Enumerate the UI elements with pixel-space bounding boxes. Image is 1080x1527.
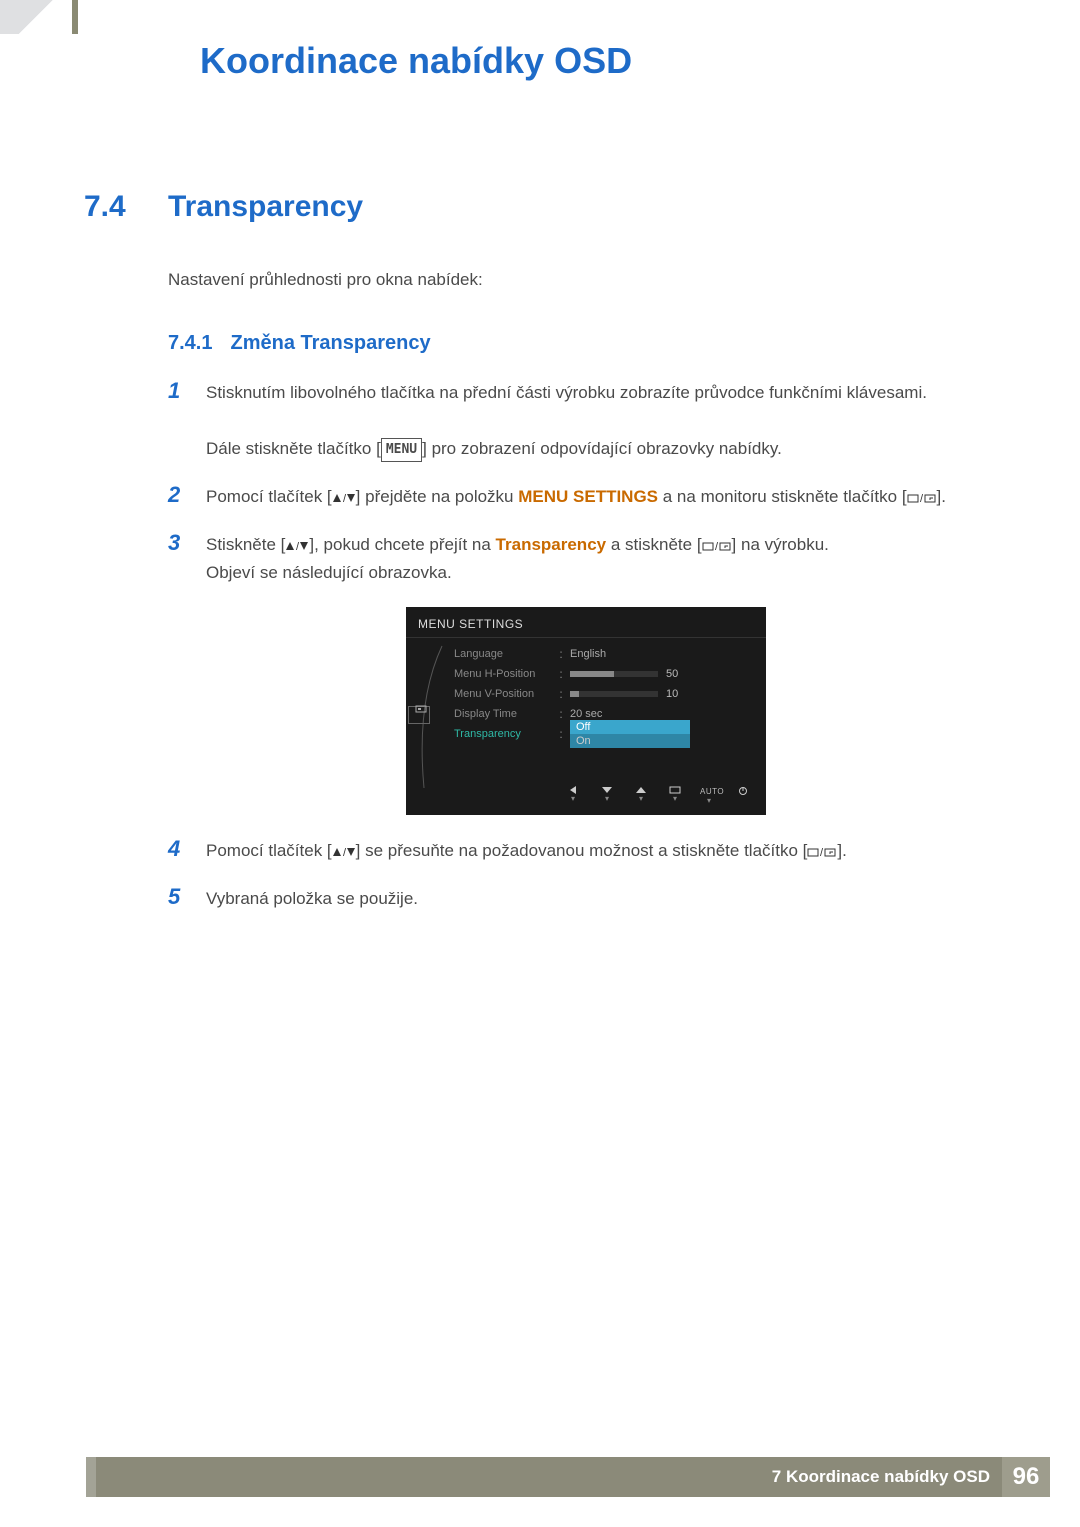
osd-title: MENU SETTINGS bbox=[406, 613, 766, 638]
enter-return-icon: / bbox=[807, 841, 837, 860]
decorative-corner bbox=[0, 0, 78, 34]
section-heading: 7.4 Transparency bbox=[84, 190, 1004, 224]
subsection-number: 7.4.1 bbox=[168, 332, 212, 355]
highlight-transparency: Transparency bbox=[496, 535, 607, 554]
osd-option-on: On bbox=[570, 734, 690, 748]
osd-option-off: Off bbox=[570, 720, 690, 734]
step-number: 2 bbox=[168, 483, 190, 507]
osd-row-transparency: Transparency: Off On bbox=[450, 724, 766, 744]
osd-curve-decoration bbox=[406, 644, 450, 768]
nav-left-icon: ▾ bbox=[564, 786, 582, 805]
power-icon bbox=[734, 786, 752, 805]
step-3: 3 Stiskněte [/], pokud chcete přejít na … bbox=[168, 531, 1004, 587]
step-number: 5 bbox=[168, 885, 190, 909]
up-down-arrows-icon: / bbox=[332, 487, 356, 506]
up-down-arrows-icon: / bbox=[332, 841, 356, 860]
nav-up-icon: ▾ bbox=[632, 786, 650, 805]
subsection-heading: 7.4.1 Změna Transparency bbox=[168, 332, 1004, 355]
svg-text:/: / bbox=[343, 493, 347, 504]
page-footer: 7 Koordinace nabídky OSD 96 bbox=[86, 1457, 1050, 1497]
osd-screenshot: MENU SETTINGS Language: English Menu H-P… bbox=[406, 607, 766, 815]
step-1: 1 Stisknutím libovolného tlačítka na pře… bbox=[168, 379, 1004, 463]
page-content: 7.4 Transparency Nastavení průhlednosti … bbox=[84, 190, 1004, 933]
nav-down-icon: ▾ bbox=[598, 786, 616, 805]
svg-text:/: / bbox=[920, 493, 924, 504]
osd-row-language: Language: English bbox=[450, 644, 766, 664]
page-number: 96 bbox=[1002, 1457, 1050, 1497]
step-2: 2 Pomocí tlačítek [/] přejděte na položk… bbox=[168, 483, 1004, 511]
svg-text:/: / bbox=[715, 541, 719, 552]
step-4: 4 Pomocí tlačítek [/] se přesuňte na pož… bbox=[168, 837, 1004, 865]
nav-auto-label: AUTO▾ bbox=[700, 786, 718, 805]
step-text: Pomocí tlačítek [/] přejděte na položku … bbox=[206, 483, 946, 511]
osd-category-icon bbox=[408, 706, 430, 724]
enter-return-icon: / bbox=[702, 535, 732, 554]
nav-enter-icon: ▾ bbox=[666, 786, 684, 805]
osd-row-v-position: Menu V-Position: 10 bbox=[450, 684, 766, 704]
chapter-title: Koordinace nabídky OSD bbox=[200, 40, 632, 82]
step-text: Pomocí tlačítek [/] se přesuňte na požad… bbox=[206, 837, 847, 865]
highlight-menu-settings: MENU SETTINGS bbox=[518, 487, 658, 506]
osd-footer-controls: ▾ ▾ ▾ ▾ AUTO▾ bbox=[406, 778, 766, 815]
step-text: Vybraná položka se použije. bbox=[206, 885, 418, 913]
step-number: 1 bbox=[168, 379, 190, 403]
footer-chapter-ref: 7 Koordinace nabídky OSD bbox=[772, 1467, 990, 1487]
svg-text:/: / bbox=[296, 541, 300, 552]
step-text: Stiskněte [/], pokud chcete přejít na Tr… bbox=[206, 531, 829, 587]
step-number: 3 bbox=[168, 531, 190, 555]
osd-row-h-position: Menu H-Position: 50 bbox=[450, 664, 766, 684]
step-number: 4 bbox=[168, 837, 190, 861]
svg-text:/: / bbox=[343, 847, 347, 858]
svg-text:/: / bbox=[820, 847, 824, 858]
enter-return-icon: / bbox=[907, 487, 937, 506]
step-text: Stisknutím libovolného tlačítka na předn… bbox=[206, 379, 927, 463]
section-intro: Nastavení průhlednosti pro okna nabídek: bbox=[168, 270, 1004, 290]
up-down-arrows-icon: / bbox=[285, 535, 309, 554]
menu-button-token: MENU bbox=[381, 438, 422, 461]
section-number: 7.4 bbox=[84, 190, 140, 224]
section-title: Transparency bbox=[168, 190, 363, 224]
step-5: 5 Vybraná položka se použije. bbox=[168, 885, 1004, 913]
subsection-title: Změna Transparency bbox=[230, 332, 430, 355]
